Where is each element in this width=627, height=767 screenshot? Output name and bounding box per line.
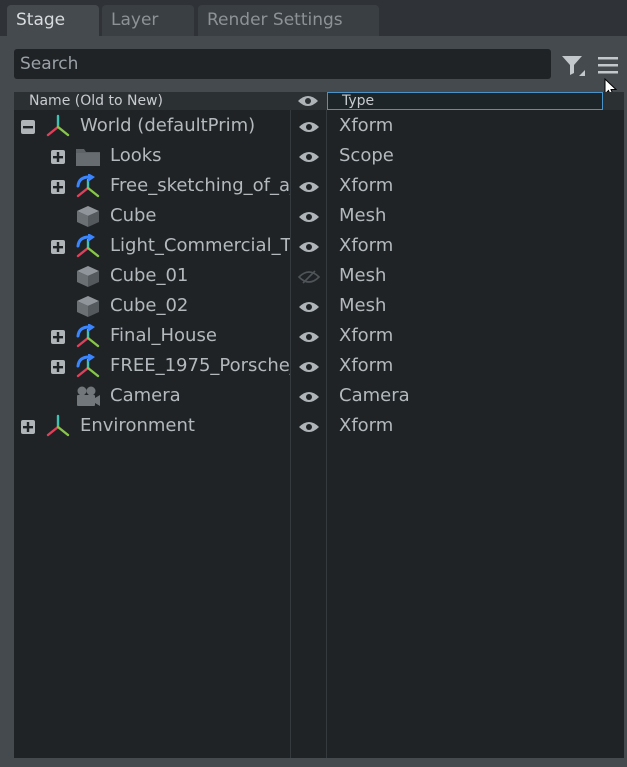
collapse-toggle-icon[interactable] xyxy=(21,119,35,134)
prim-type: Scope xyxy=(339,145,394,166)
prim-type: Mesh xyxy=(339,205,387,226)
tree-row[interactable]: FREE_1975_Porsche_S Xform xyxy=(14,351,624,381)
xform-axes-icon xyxy=(45,414,71,438)
tab-bar: Stage Layer Render Settings xyxy=(0,0,627,36)
tree-row[interactable]: World (defaultPrim) Xform xyxy=(14,111,624,141)
prim-name: Cube_01 xyxy=(110,265,189,286)
prim-name: Cube_02 xyxy=(110,295,189,316)
folder-icon xyxy=(75,144,101,168)
prim-type: Xform xyxy=(339,325,394,346)
search-row: Search xyxy=(0,36,627,92)
camera-icon xyxy=(75,384,101,408)
tree-row[interactable]: Final_House Xform xyxy=(14,321,624,351)
prim-name: Looks xyxy=(110,145,162,166)
prim-type: Mesh xyxy=(339,295,387,316)
tree-row[interactable]: Light_Commercial_Tr Xform xyxy=(14,231,624,261)
visibility-header-eye-icon[interactable] xyxy=(297,94,319,108)
mesh-cube-icon xyxy=(75,294,101,318)
expand-toggle-icon[interactable] xyxy=(51,359,65,374)
mesh-cube-icon xyxy=(75,204,101,228)
tree-row[interactable]: Cube_02 Mesh xyxy=(14,291,624,321)
tree-row[interactable]: Free_sketching_of_a_ Xform xyxy=(14,171,624,201)
tree-row[interactable]: Camera Camera xyxy=(14,381,624,411)
expand-toggle-icon[interactable] xyxy=(21,419,35,434)
prim-name: Environment xyxy=(80,415,195,436)
visibility-eye-icon[interactable] xyxy=(298,209,320,223)
visibility-eye-icon[interactable] xyxy=(298,359,320,373)
hamburger-menu-icon[interactable] xyxy=(597,54,619,76)
visibility-eye-icon[interactable] xyxy=(298,179,320,193)
prim-type: Xform xyxy=(339,115,394,136)
mesh-cube-icon xyxy=(75,264,101,288)
expand-toggle-icon[interactable] xyxy=(51,329,65,344)
visibility-eye-icon[interactable] xyxy=(298,419,320,433)
prim-type: Camera xyxy=(339,385,410,406)
visibility-eye-icon[interactable] xyxy=(298,299,320,313)
stage-tree-panel: Name (Old to New) Type World (defaultPri… xyxy=(14,92,624,758)
tab-layer[interactable]: Layer xyxy=(102,5,194,36)
prim-name: Cube xyxy=(110,205,157,226)
visibility-eye-icon[interactable] xyxy=(298,329,320,343)
tab-render-settings[interactable]: Render Settings xyxy=(198,5,379,36)
prim-type: Xform xyxy=(339,235,394,256)
tree-row[interactable]: Cube_01 Mesh xyxy=(14,261,624,291)
prim-type: Xform xyxy=(339,355,394,376)
prim-type: Xform xyxy=(339,175,394,196)
search-input[interactable]: Search xyxy=(14,49,551,79)
prim-type: Mesh xyxy=(339,265,387,286)
prim-name: FREE_1975_Porsche_S xyxy=(110,355,290,376)
column-header-type[interactable]: Type xyxy=(327,92,603,110)
prim-name: Free_sketching_of_a_ xyxy=(110,175,290,196)
visibility-hidden-eye-icon[interactable] xyxy=(297,269,321,284)
reference-xform-icon xyxy=(75,173,101,198)
visibility-eye-icon[interactable] xyxy=(298,119,320,133)
expand-toggle-icon[interactable] xyxy=(51,149,65,164)
prim-name: World (defaultPrim) xyxy=(80,115,256,136)
prim-name: Camera xyxy=(110,385,181,406)
filter-icon[interactable] xyxy=(560,54,588,78)
tree-row[interactable]: Cube Mesh xyxy=(14,201,624,231)
reference-xform-icon xyxy=(75,323,101,348)
visibility-eye-icon[interactable] xyxy=(298,389,320,403)
prim-type: Xform xyxy=(339,415,394,436)
column-header: Name (Old to New) Type xyxy=(14,92,624,110)
column-header-name[interactable]: Name (Old to New) xyxy=(29,92,163,110)
visibility-eye-icon[interactable] xyxy=(298,149,320,163)
prim-name: Light_Commercial_Tr xyxy=(110,235,290,256)
reference-xform-icon xyxy=(75,233,101,258)
xform-axes-icon xyxy=(45,114,71,138)
tree-row[interactable]: Looks Scope xyxy=(14,141,624,171)
expand-toggle-icon[interactable] xyxy=(51,179,65,194)
reference-xform-icon xyxy=(75,353,101,378)
prim-name: Final_House xyxy=(110,325,217,346)
tab-stage[interactable]: Stage xyxy=(7,5,99,36)
expand-toggle-icon[interactable] xyxy=(51,239,65,254)
visibility-eye-icon[interactable] xyxy=(298,239,320,253)
tree-row[interactable]: Environment Xform xyxy=(14,411,624,441)
